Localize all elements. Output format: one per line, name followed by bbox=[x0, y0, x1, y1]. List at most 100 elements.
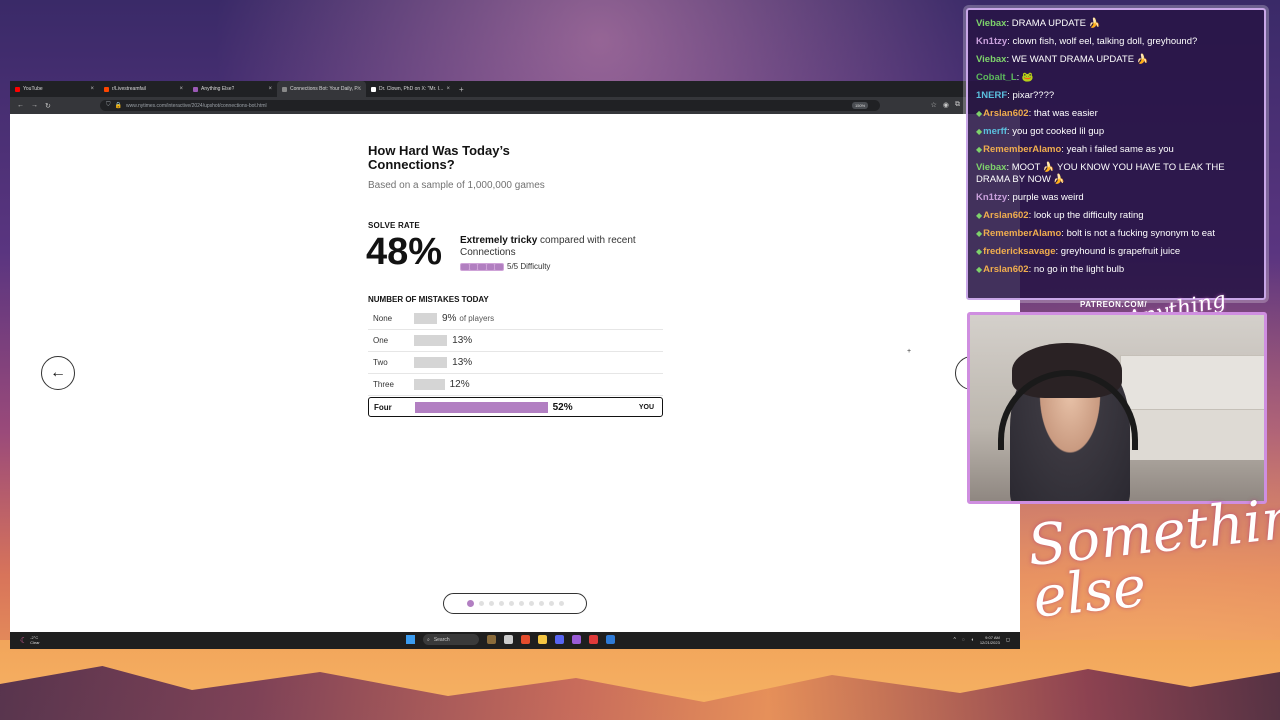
chevron-up-icon[interactable]: ^ bbox=[953, 637, 955, 643]
pager-dot[interactable] bbox=[466, 600, 474, 607]
zoom-level[interactable]: 150% bbox=[852, 102, 869, 109]
mistakes-bar bbox=[414, 379, 445, 390]
search-label: Search bbox=[433, 636, 450, 643]
chat-username: Viebax bbox=[976, 18, 1007, 29]
mistakes-bar bbox=[414, 313, 437, 324]
forward-nav-icon[interactable]: → bbox=[31, 102, 38, 110]
chat-username: Arslan602 bbox=[983, 210, 1029, 221]
mistakes-row-label: Two bbox=[373, 358, 388, 367]
app-icon[interactable] bbox=[572, 635, 581, 644]
browser-app-icon[interactable] bbox=[521, 635, 530, 644]
tab-label: Dr. Clown, PhD on X: "Mr. I... bbox=[379, 86, 444, 92]
taskbar-search[interactable]: ⌕ Search bbox=[423, 634, 479, 645]
favicon-icon bbox=[193, 86, 198, 92]
search-icon: ⌕ bbox=[427, 636, 430, 643]
pager-dot[interactable] bbox=[538, 601, 544, 606]
solve-rate-value: 48% bbox=[366, 231, 443, 273]
pager-dot[interactable] bbox=[528, 601, 534, 606]
webcam-background-drawers bbox=[1120, 410, 1264, 460]
nav-buttons: ← → ↻ bbox=[17, 102, 51, 110]
mistakes-value: 13% bbox=[452, 335, 473, 346]
pager-dot[interactable] bbox=[518, 601, 524, 606]
windows-start-icon[interactable] bbox=[406, 635, 415, 644]
chat-text: MOOT 🍌 YOU KNOW YOU HAVE TO LEAK THE DRA… bbox=[976, 162, 1225, 185]
back-nav-icon[interactable]: ← bbox=[17, 102, 24, 110]
pager-dot[interactable] bbox=[498, 601, 504, 606]
browser-tab[interactable]: r/Livestreamfail × bbox=[99, 81, 188, 97]
chat-username: merff bbox=[983, 126, 1007, 137]
chat-text: you got cooked lil gup bbox=[1012, 126, 1105, 137]
subscriber-badge-icon: ◆ bbox=[976, 145, 983, 154]
tab-label: Anything Else? bbox=[201, 86, 235, 92]
pager-dot[interactable] bbox=[558, 601, 564, 606]
pager-dot[interactable] bbox=[508, 601, 514, 606]
difficulty-meter bbox=[460, 263, 504, 271]
chat-message: ◆Arslan602: no go in the light bulb bbox=[976, 264, 1256, 276]
chat-text: clown fish, wolf eel, talking doll, grey… bbox=[1012, 36, 1198, 47]
favicon-icon bbox=[15, 86, 20, 92]
volume-icon[interactable]: ◖ bbox=[971, 637, 974, 643]
subscriber-badge-icon: ◆ bbox=[976, 127, 983, 136]
browser-tab[interactable]: Anything Else? × bbox=[188, 81, 277, 97]
previous-button[interactable]: ← bbox=[41, 356, 75, 390]
subscriber-badge-icon: ◆ bbox=[976, 247, 983, 256]
system-tray: ^ ◌ ◖ 9:07 AM 12/21/2023 ◻ bbox=[953, 635, 1010, 645]
discord-app-icon[interactable] bbox=[555, 635, 564, 644]
reload-icon[interactable]: ↻ bbox=[45, 102, 51, 110]
mistakes-value: 9% bbox=[441, 313, 457, 324]
new-tab-icon[interactable]: + bbox=[455, 85, 464, 94]
taskbar-apps: ⌕ Search bbox=[406, 634, 615, 645]
close-tab-icon[interactable]: × bbox=[268, 86, 272, 92]
slide-pager[interactable] bbox=[443, 593, 587, 614]
chat-text: no go in the light bulb bbox=[1033, 264, 1125, 275]
mistakes-bar bbox=[414, 357, 448, 368]
difficulty-segment bbox=[469, 264, 478, 270]
clock-date: 12/21/2023 bbox=[979, 640, 1000, 645]
weather-desc: Clear bbox=[30, 640, 40, 645]
close-tab-icon[interactable]: × bbox=[90, 86, 94, 92]
mistakes-row: None 9% of players bbox=[368, 308, 663, 330]
chat-username: Cobalt_L bbox=[976, 72, 1017, 83]
browser-tab[interactable]: YouTube × bbox=[10, 81, 99, 97]
pager-dot[interactable] bbox=[548, 601, 554, 606]
chat-message: ◆Arslan602: look up the difficulty ratin… bbox=[976, 210, 1256, 222]
chat-message: ◆RememberAlamo: yeah i failed same as yo… bbox=[976, 144, 1256, 156]
weather-icon: ☾ bbox=[20, 635, 28, 645]
browser-tab[interactable]: Dr. Clown, PhD on X: "Mr. I... × bbox=[366, 81, 455, 97]
close-tab-icon[interactable]: × bbox=[446, 86, 450, 92]
chat-username: Arslan602 bbox=[983, 108, 1029, 119]
chrome-app-icon[interactable] bbox=[589, 635, 598, 644]
notification-icon[interactable]: ◻ bbox=[1006, 637, 1010, 643]
favicon-icon bbox=[104, 86, 109, 92]
chat-message: ◆fredericksavage: greyhound is grapefrui… bbox=[976, 246, 1256, 258]
close-tab-icon[interactable]: × bbox=[357, 86, 361, 92]
extension-icon[interactable]: ◉ bbox=[943, 101, 949, 109]
clock[interactable]: 9:07 AM 12/21/2023 bbox=[980, 635, 1000, 645]
difficulty-strong: Extremely tricky bbox=[460, 235, 538, 246]
subscriber-badge-icon: ◆ bbox=[976, 211, 983, 220]
tab-label: YouTube bbox=[23, 86, 43, 92]
steam-app-icon[interactable] bbox=[606, 635, 615, 644]
task-view-icon[interactable] bbox=[504, 635, 513, 644]
weather-widget[interactable]: ☾ -2°C Clear bbox=[20, 635, 40, 645]
chat-message: ◆Arslan602: that was easier bbox=[976, 108, 1256, 120]
difficulty-segment bbox=[478, 264, 486, 270]
browser-tab[interactable]: Connections Bot: Your Daily, P... × bbox=[277, 81, 366, 97]
mistakes-row-label: Four bbox=[374, 402, 392, 412]
bookmark-star-icon[interactable]: ☆ bbox=[931, 101, 937, 109]
difficulty-segment bbox=[461, 264, 469, 270]
address-bar: ← → ↻ ⛉ 🔒 www.nytimes.com/interactive/20… bbox=[10, 97, 1020, 114]
pager-dot[interactable] bbox=[488, 601, 494, 606]
chat-text: bolt is not a fucking synonym to eat bbox=[1066, 228, 1215, 239]
tab-label: r/Livestreamfail bbox=[112, 86, 146, 92]
mistakes-bar bbox=[414, 335, 448, 346]
chat-message: Kn1tzy: purple was weird bbox=[976, 192, 1256, 204]
url-field[interactable]: ⛉ 🔒 www.nytimes.com/interactive/2024/ups… bbox=[100, 100, 880, 111]
puzzle-icon[interactable]: ⧉ bbox=[955, 101, 960, 109]
close-tab-icon[interactable]: × bbox=[179, 86, 183, 92]
stream-chat-overlay: Viebax: DRAMA UPDATE 🍌 Kn1tzy: clown fish… bbox=[966, 8, 1266, 300]
widgets-app-icon[interactable] bbox=[487, 635, 496, 644]
pager-dot[interactable] bbox=[478, 601, 484, 606]
file-explorer-icon[interactable] bbox=[538, 635, 547, 644]
network-icon[interactable]: ◌ bbox=[962, 637, 965, 643]
